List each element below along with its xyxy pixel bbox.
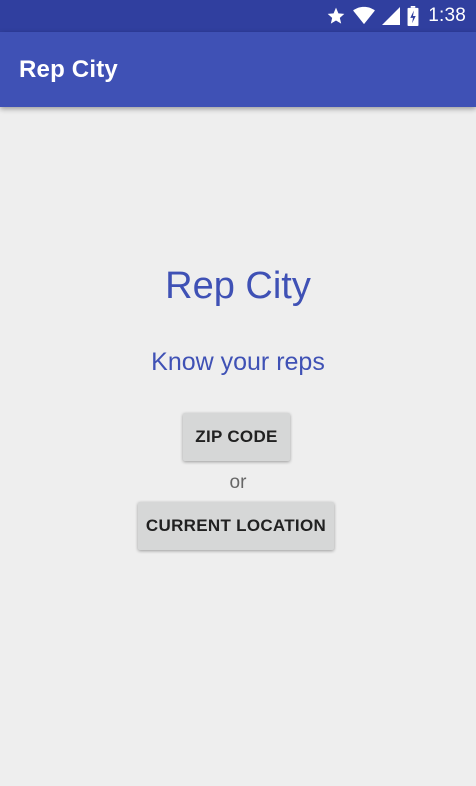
battery-charging-icon — [407, 6, 419, 26]
zip-code-button[interactable]: ZIP CODE — [183, 413, 290, 461]
main-content: Rep City Know your reps ZIP CODE or CURR… — [0, 107, 476, 786]
app-bar: Rep City — [0, 32, 476, 107]
or-separator: or — [229, 472, 247, 493]
wifi-icon — [353, 6, 376, 26]
current-location-button[interactable]: CURRENT LOCATION — [138, 502, 334, 550]
cell-signal-icon — [382, 6, 401, 26]
page-subtitle: Know your reps — [151, 348, 325, 376]
star-icon — [326, 6, 346, 26]
app-bar-title: Rep City — [19, 55, 118, 83]
status-clock: 1:38 — [428, 5, 466, 26]
status-bar: 1:38 — [0, 0, 476, 32]
page-title: Rep City — [165, 265, 311, 307]
